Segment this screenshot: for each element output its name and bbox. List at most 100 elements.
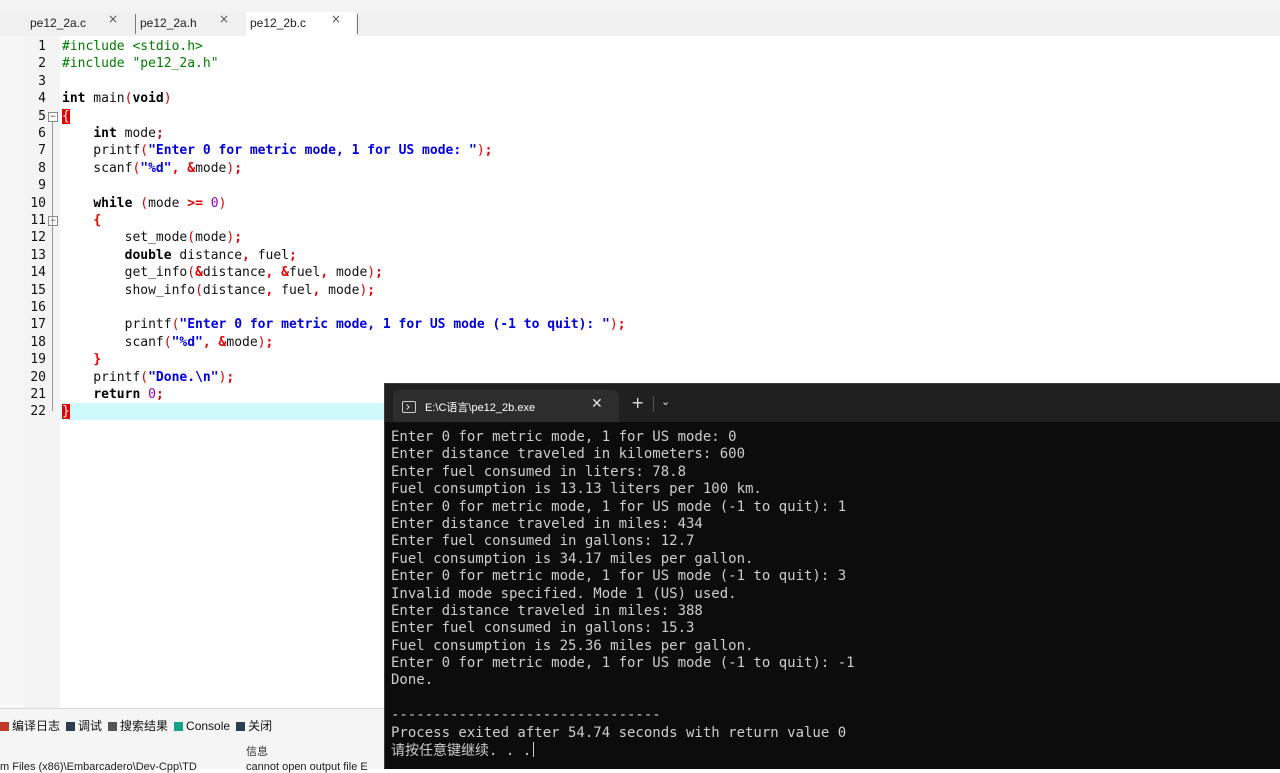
code-text: get_info(&distance, &fuel, mode); <box>62 265 383 281</box>
line-number: 6 <box>38 126 46 141</box>
code-line[interactable]: 3 <box>24 73 1280 90</box>
code-text: int main(void) <box>62 91 172 107</box>
code-text: { <box>93 213 102 228</box>
console-line: Enter 0 for metric mode, 1 for US mode (… <box>391 655 855 672</box>
code-text: printf("Enter 0 for metric mode, 1 for U… <box>62 317 626 333</box>
close-panel-icon <box>236 722 246 731</box>
code-text: int mode; <box>93 126 164 141</box>
console-line: Enter 0 for metric mode, 1 for US mode (… <box>391 498 847 515</box>
tab-label: pe12_2a.c <box>30 16 87 30</box>
code-line[interactable]: 10 while (mode >= 0) <box>24 195 1280 212</box>
code-line[interactable]: 15 show_info(distance, fuel, mode); <box>24 282 1280 299</box>
line-number: 4 <box>38 91 46 107</box>
message-column-header: 信息 <box>246 746 268 758</box>
left-dock-strip <box>0 36 25 708</box>
code-text: scanf("%d", &mode); <box>62 160 243 176</box>
debug-icon <box>66 722 76 731</box>
close-icon[interactable]: × <box>219 12 229 26</box>
chevron-down-icon[interactable]: ⌄ <box>661 395 670 408</box>
line-number: 10 <box>30 195 46 211</box>
tab-label: pe12_2b.c <box>250 16 307 30</box>
line-number: 12 <box>30 230 46 246</box>
line-number: 1 <box>38 39 46 54</box>
fold-toggle-icon[interactable]: − <box>48 111 58 122</box>
tab-pe12-2a-h[interactable]: pe12_2a.h × <box>136 12 244 36</box>
code-text: printf("Done.\n"); <box>62 369 235 385</box>
code-line[interactable]: 9 <box>24 177 1280 194</box>
code-line[interactable]: 8 scanf("%d", &mode); <box>24 160 1280 177</box>
bottom-tab-label: 搜索结果 <box>120 719 169 733</box>
text-cursor <box>533 742 535 758</box>
new-tab-icon[interactable]: + <box>631 393 644 412</box>
tab-label: pe12_2a.h <box>140 16 197 30</box>
bottom-tab-label: 关闭 <box>248 719 273 733</box>
code-line[interactable]: 19 } <box>24 351 1280 368</box>
editor-tab-bar: pe12_2a.c × pe12_2a.h × pe12_2b.c × <box>0 12 1280 37</box>
console-line: Enter fuel consumed in gallons: 12.7 <box>391 533 695 550</box>
message-text-cell[interactable]: cannot open output file E <box>246 761 368 773</box>
console-line: Done. <box>391 672 434 689</box>
code-line[interactable]: 16 <box>24 299 1280 316</box>
line-number: 13 <box>30 247 46 263</box>
window-top-strip <box>0 0 1280 12</box>
code-line[interactable]: 12 set_mode(mode); <box>24 229 1280 246</box>
code-line[interactable]: 6 int mode; <box>24 125 1280 142</box>
console-line: Enter 0 for metric mode, 1 for US mode: … <box>391 429 737 445</box>
code-text: set_mode(mode); <box>62 230 243 246</box>
message-file-cell[interactable]: m Files (x86)\Embarcadero\Dev-Cpp\TD <box>0 761 197 773</box>
terminal-icon <box>402 401 416 413</box>
code-line[interactable]: 1 #include <stdio.h> <box>24 38 1280 55</box>
line-number: 22 <box>30 404 46 420</box>
bottom-tab-5[interactable]: 关闭 <box>236 717 272 734</box>
bottom-tab-3[interactable]: 搜索结果 <box>108 717 168 734</box>
line-number: 21 <box>30 387 46 402</box>
compile-log-icon <box>0 722 9 731</box>
code-line[interactable]: 4 int main(void) <box>24 90 1280 107</box>
console-line: Fuel consumption is 34.17 miles per gall… <box>391 550 754 567</box>
console-icon <box>174 722 184 731</box>
code-line[interactable]: 13 double distance, fuel; <box>24 247 1280 264</box>
code-line[interactable]: 2 #include "pe12_2a.h" <box>24 55 1280 72</box>
close-icon[interactable]: × <box>331 12 341 26</box>
line-number: 15 <box>30 282 46 298</box>
console-line: -------------------------------- <box>391 707 661 724</box>
fold-toggle-icon[interactable]: − <box>48 216 58 226</box>
bottom-tab-label: Console <box>186 719 231 733</box>
code-text: } <box>93 352 102 368</box>
bottom-tab-label: 编译日志 <box>12 719 61 733</box>
line-number: 5 <box>38 108 46 124</box>
console-line: 请按任意键继续. . . <box>391 742 1271 759</box>
code-text: scanf("%d", &mode); <box>62 334 274 350</box>
code-line[interactable]: 14 get_info(&distance, &fuel, mode); <box>24 264 1280 281</box>
bottom-panel-tabs: 编译日志 调试 搜索结果 Console 关闭 <box>0 717 278 734</box>
search-results-icon <box>108 722 118 731</box>
console-tab[interactable]: E:\C语言\pe12_2b.exe ✕ <box>393 390 619 422</box>
bottom-tab-label: 调试 <box>78 719 103 733</box>
line-number: 8 <box>38 160 46 176</box>
console-output[interactable]: Enter 0 for metric mode, 1 for US mode: … <box>391 429 1271 767</box>
tab-pe12-2a-c[interactable]: pe12_2a.c × <box>26 12 134 36</box>
fold-guide <box>52 226 53 360</box>
line-number: 14 <box>30 265 46 281</box>
close-icon[interactable]: ✕ <box>591 396 603 412</box>
title-separator <box>653 396 654 412</box>
console-line: Enter 0 for metric mode, 1 for US mode (… <box>391 568 847 585</box>
line-number: 17 <box>30 317 46 333</box>
console-window[interactable]: E:\C语言\pe12_2b.exe ✕ + ⌄ Enter 0 for met… <box>384 383 1280 769</box>
bottom-tab-1[interactable]: 编译日志 <box>0 717 60 734</box>
code-line[interactable]: 17 printf("Enter 0 for metric mode, 1 fo… <box>24 316 1280 333</box>
code-line[interactable]: 18 scanf("%d", &mode); <box>24 334 1280 351</box>
console-line: Invalid mode specified. Mode 1 (US) used… <box>391 585 737 602</box>
code-line[interactable]: 7 printf("Enter 0 for metric mode, 1 for… <box>24 142 1280 159</box>
tab-pe12-2b-c[interactable]: pe12_2b.c × <box>246 12 356 36</box>
code-text: printf("Enter 0 for metric mode, 1 for U… <box>62 143 493 159</box>
close-icon[interactable]: × <box>108 12 118 26</box>
bottom-tab-2[interactable]: 调试 <box>66 717 102 734</box>
code-line[interactable]: 11 { <box>24 212 1280 229</box>
console-line: Enter fuel consumed in gallons: 15.3 <box>391 620 695 637</box>
console-line: Process exited after 54.74 seconds with … <box>391 724 847 741</box>
bottom-tab-4[interactable]: Console <box>174 719 230 733</box>
code-line[interactable]: 5{ <box>24 108 1280 125</box>
line-number: 7 <box>38 143 46 159</box>
code-text: } <box>62 404 70 420</box>
